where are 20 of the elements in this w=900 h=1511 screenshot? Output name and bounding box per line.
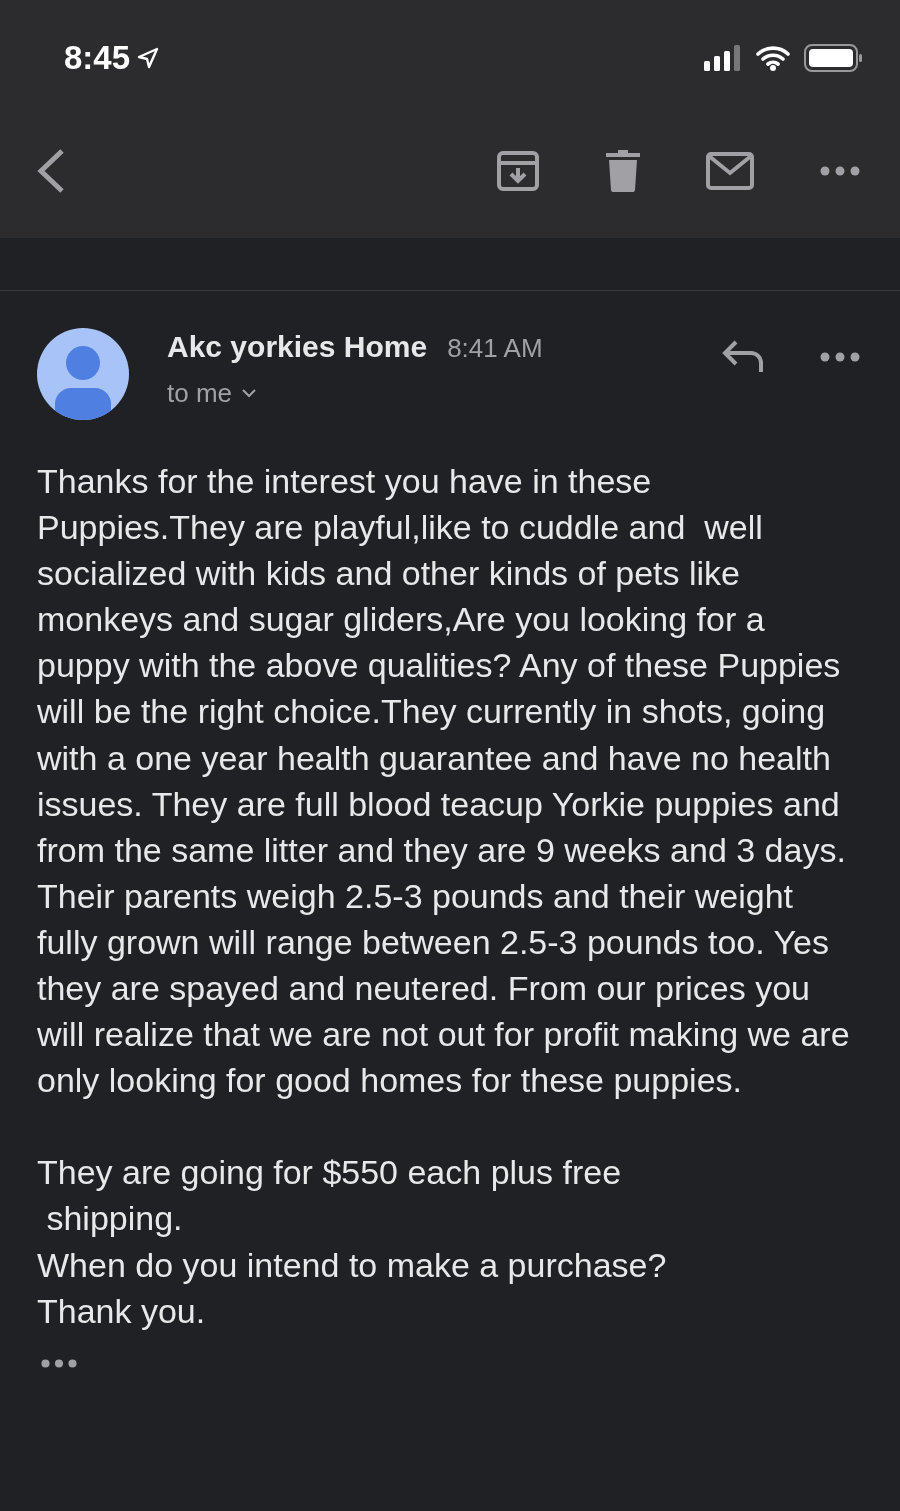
more-icon[interactable] bbox=[820, 165, 860, 176]
show-trimmed-icon[interactable] bbox=[40, 1358, 78, 1368]
battery-icon bbox=[804, 43, 862, 72]
back-icon[interactable] bbox=[36, 147, 66, 194]
clock-time: 8:45 bbox=[64, 38, 131, 77]
chevron-icon bbox=[242, 389, 257, 398]
location-arrow-icon bbox=[136, 45, 161, 70]
archive-icon[interactable] bbox=[496, 149, 540, 192]
avatar-icon bbox=[37, 328, 129, 420]
message-paragraph: Thanks for the interest you have in these Puppies.They are playful,like to cuddle and well socialized with kids and other kinds of pets like monkeys and sugar gliders,Are you looking for a puppy with the above qualities? Any of these Puppies will be the right choice.They currently in shots, going with a one year health guarantee and have no health issues. They are full blood teacup Yorkie puppies and from the same litter and they are 9 weeks and 3 days. Their parents weigh 2.5-3 pounds and their weight fully grown will range between 2.5-3 pounds too. Yes they are spayed and neutered. From our prices you will realize that we are not out for profit making we are only looking for good homes for these puppies. bbox=[37, 461, 851, 1102]
mail-icon[interactable] bbox=[706, 151, 754, 190]
sender-name: Akc yorkies Home bbox=[167, 330, 428, 364]
message-paragraph: They are going for $550 each plus free shipping. When do you intend to make a purchase? Thank you. bbox=[37, 1152, 668, 1332]
signal-icon bbox=[704, 44, 742, 71]
trash-icon[interactable] bbox=[606, 149, 640, 192]
more-icon[interactable] bbox=[820, 352, 860, 362]
wifi-icon bbox=[756, 44, 790, 71]
recipient-toggle[interactable]: to me bbox=[167, 378, 722, 409]
reply-icon[interactable] bbox=[722, 340, 764, 374]
message-time: 8:41 AM bbox=[447, 333, 543, 364]
